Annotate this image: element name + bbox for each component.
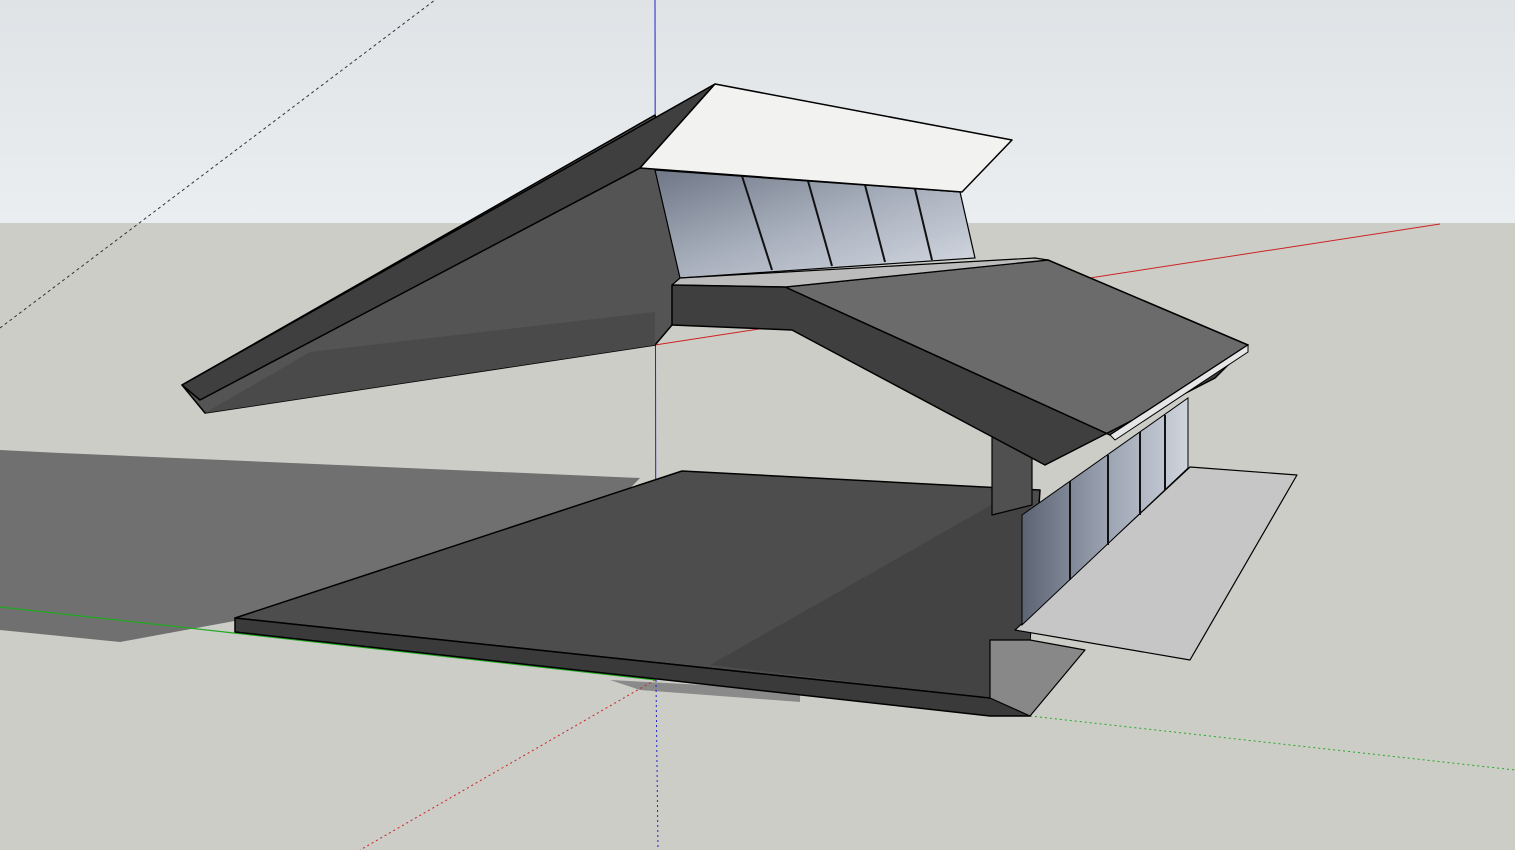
model-canvas[interactable]: [0, 0, 1515, 850]
sketchup-3d-viewport[interactable]: [0, 0, 1515, 850]
